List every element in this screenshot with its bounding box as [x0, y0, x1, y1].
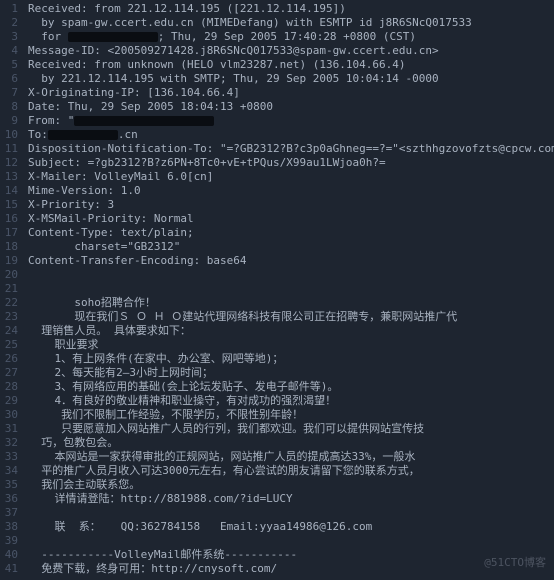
line-number: 9 [2, 114, 18, 128]
line-number: 8 [2, 100, 18, 114]
code-line: 只要愿意加入网站推广人员的行列，我们都欢迎。我们可以提供网站宣传技 [28, 422, 554, 436]
code-line: X-Priority: 3 [28, 198, 554, 212]
line-number: 10 [2, 128, 18, 142]
line-number: 40 [2, 548, 18, 562]
code-line: Date: Thu, 29 Sep 2005 18:04:13 +0800 [28, 100, 554, 114]
line-number: 37 [2, 506, 18, 520]
line-number: 41 [2, 562, 18, 576]
line-number: 14 [2, 184, 18, 198]
redacted-text [48, 130, 118, 140]
code-line: Content-Type: text/plain; [28, 226, 554, 240]
line-number: 33 [2, 450, 18, 464]
line-number: 23 [2, 310, 18, 324]
line-number: 13 [2, 170, 18, 184]
line-number: 34 [2, 464, 18, 478]
code-line: 现在我们Ｓ Ｏ Ｈ Ｏ建站代理网络科技有限公司正在招聘专，兼职网站推广代 [28, 310, 554, 324]
code-line: 3、有网络应用的基础(会上论坛发贴子、发电子邮件等)。 [28, 380, 554, 394]
code-line: Disposition-Notification-To: "=?GB2312?B… [28, 142, 554, 156]
line-number: 1 [2, 2, 18, 16]
line-number: 27 [2, 366, 18, 380]
redacted-text [74, 116, 214, 126]
code-line: 理销售人员。 具体要求如下： [28, 324, 554, 338]
line-number: 7 [2, 86, 18, 100]
line-number: 38 [2, 520, 18, 534]
redacted-text [68, 32, 158, 42]
line-number: 36 [2, 492, 18, 506]
code-line: 巧，包教包会。 [28, 436, 554, 450]
code-line: 免费下载，终身可用：http://cnysoft.com/ [28, 562, 554, 576]
code-editor[interactable]: 1234567891011121314151617181920212223242… [0, 0, 554, 580]
line-number: 31 [2, 422, 18, 436]
code-line: Received: from 221.12.114.195 ([221.12.1… [28, 2, 554, 16]
code-line: X-MSMail-Priority: Normal [28, 212, 554, 226]
line-number: 25 [2, 338, 18, 352]
line-number-gutter: 1234567891011121314151617181920212223242… [0, 0, 24, 580]
code-line: 2、每天能有2—3小时上网时间； [28, 366, 554, 380]
code-line: 我们不限制工作经验，不限学历，不限性别年龄！ [28, 408, 554, 422]
code-line: X-Mailer: VolleyMail 6.0[cn] [28, 170, 554, 184]
code-line: 联 系： QQ:362784158 Email:yyaa14986@126.co… [28, 520, 554, 534]
code-line: From: " [28, 114, 554, 128]
line-number: 20 [2, 268, 18, 282]
code-line [28, 282, 554, 296]
line-number: 17 [2, 226, 18, 240]
code-line: by 221.12.114.195 with SMTP; Thu, 29 Sep… [28, 72, 554, 86]
line-number: 28 [2, 380, 18, 394]
code-line: Content-Transfer-Encoding: base64 [28, 254, 554, 268]
code-line: To: .cn [28, 128, 554, 142]
line-number: 16 [2, 212, 18, 226]
line-number: 5 [2, 58, 18, 72]
watermark: @51CTO博客 [484, 556, 546, 570]
code-line: Received: from unknown (HELO vlm23287.ne… [28, 58, 554, 72]
line-number: 2 [2, 16, 18, 30]
code-line: 本网站是一家获得审批的正规网站，网站推广人员的提成高达33%，一般水 [28, 450, 554, 464]
line-number: 26 [2, 352, 18, 366]
line-number: 18 [2, 240, 18, 254]
line-number: 35 [2, 478, 18, 492]
code-line [28, 506, 554, 520]
line-number: 22 [2, 296, 18, 310]
code-line: 详情请登陆：http://881988.com/?id=LUCY [28, 492, 554, 506]
code-line: 职业要求 [28, 338, 554, 352]
code-line: X-Originating-IP: [136.104.66.4] [28, 86, 554, 100]
line-number: 4 [2, 44, 18, 58]
code-line: Mime-Version: 1.0 [28, 184, 554, 198]
code-line: 1、有上网条件(在家中、办公室、网吧等地)； [28, 352, 554, 366]
code-line: 平的推广人员月收入可达3000元左右，有心尝试的朋友请留下您的联系方式， [28, 464, 554, 478]
code-line: 4．有良好的敬业精神和职业操守，有对成功的强烈渴望！ [28, 394, 554, 408]
code-line: 我们会主动联系您。 [28, 478, 554, 492]
code-line: charset="GB2312" [28, 240, 554, 254]
line-number: 15 [2, 198, 18, 212]
code-content[interactable]: Received: from 221.12.114.195 ([221.12.1… [24, 0, 554, 580]
line-number: 30 [2, 408, 18, 422]
code-line: soho招聘合作！ [28, 296, 554, 310]
code-line [28, 268, 554, 282]
code-line: -----------VolleyMail邮件系统----------- [28, 548, 554, 562]
code-line: by spam-gw.ccert.edu.cn (MIMEDefang) wit… [28, 16, 554, 30]
line-number: 12 [2, 156, 18, 170]
line-number: 11 [2, 142, 18, 156]
line-number: 39 [2, 534, 18, 548]
line-number: 19 [2, 254, 18, 268]
line-number: 21 [2, 282, 18, 296]
line-number: 6 [2, 72, 18, 86]
code-line: Subject: =?gb2312?B?z6PN+8Tc0+vE+tPQus/X… [28, 156, 554, 170]
line-number: 3 [2, 30, 18, 44]
line-number: 24 [2, 324, 18, 338]
code-line: for ; Thu, 29 Sep 2005 17:40:28 +0800 (C… [28, 30, 554, 44]
code-line [28, 534, 554, 548]
line-number: 29 [2, 394, 18, 408]
code-line: Message-ID: <200509271428.j8R6SNcQ017533… [28, 44, 554, 58]
line-number: 32 [2, 436, 18, 450]
